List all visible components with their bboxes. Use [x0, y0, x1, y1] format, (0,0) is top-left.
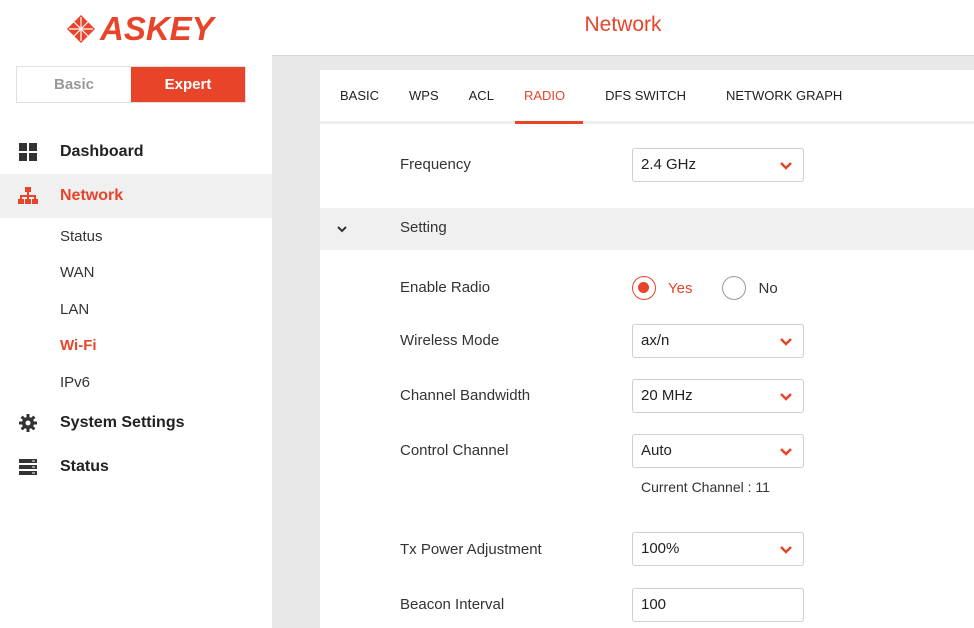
enable-radio-no-label: No — [758, 279, 778, 297]
sidebar-item-label: Network — [60, 187, 124, 204]
mode-toggle: Basic Expert — [16, 66, 246, 103]
channel-bandwidth-label: Channel Bandwidth — [400, 387, 531, 404]
tab-dfs-switch[interactable]: DFS SWITCH — [605, 67, 686, 121]
channel-bandwidth-value: 20 MHz — [641, 387, 693, 404]
sidebar-item-label: System Settings — [60, 413, 185, 431]
sidebar-item-dashboard[interactable]: Dashboard — [0, 130, 272, 174]
server-icon — [18, 457, 38, 477]
current-channel-text: Current Channel : 11 — [641, 479, 770, 495]
askey-logo-icon — [67, 15, 95, 43]
control-channel-label: Control Channel — [400, 442, 509, 459]
sidebar-item-label: Status — [60, 457, 109, 475]
control-channel-value: Auto — [641, 442, 672, 459]
beacon-interval-label: Beacon Interval — [400, 596, 505, 613]
enable-radio-yes-radio[interactable] — [632, 276, 656, 300]
enable-radio-label: Enable Radio — [400, 279, 491, 296]
wireless-mode-value: ax/n — [641, 332, 670, 349]
beacon-interval-input[interactable]: 100 — [632, 588, 804, 622]
sidebar-subitem-ipv6[interactable]: IPv6 — [0, 364, 272, 401]
tab-network-graph[interactable]: NETWORK GRAPH — [726, 67, 842, 121]
chevron-down-icon — [780, 162, 792, 170]
chevron-down-icon — [780, 546, 792, 554]
setting-section-header[interactable]: Setting — [320, 208, 974, 250]
dashboard-grid-icon — [18, 142, 38, 162]
content-panel: BASIC WPS ACL RADIO DFS SWITCH NETWORK G… — [320, 70, 974, 628]
collapse-chevron-icon — [337, 226, 347, 233]
gear-icon — [18, 413, 38, 433]
sidebar-item-label: Dashboard — [60, 143, 144, 160]
sidebar-subitem-status[interactable]: Status — [0, 218, 272, 255]
chevron-down-icon — [780, 393, 792, 401]
askey-logo[interactable]: ASKEY — [66, 10, 214, 48]
tx-power-select[interactable]: 100% — [632, 532, 804, 566]
expert-mode-button[interactable]: Expert — [131, 67, 245, 102]
tab-wps[interactable]: WPS — [409, 67, 439, 121]
frequency-select[interactable]: 2.4 GHz — [632, 148, 804, 182]
basic-mode-button[interactable]: Basic — [17, 67, 131, 102]
setting-section-label: Setting — [400, 219, 447, 236]
network-icon — [18, 186, 38, 206]
wireless-mode-select[interactable]: ax/n — [632, 324, 804, 358]
tab-radio[interactable]: RADIO — [514, 67, 584, 124]
page-title: Network — [584, 13, 662, 36]
tab-bar: BASIC WPS ACL RADIO DFS SWITCH NETWORK G… — [320, 70, 974, 124]
tab-basic[interactable]: BASIC — [340, 67, 379, 121]
sidebar-subitem-lan[interactable]: LAN — [0, 291, 272, 328]
enable-radio-yes-label: Yes — [668, 279, 693, 297]
sidebar: ASKEY Basic Expert Dashboard Network Sta… — [0, 0, 272, 628]
chevron-down-icon — [780, 338, 792, 346]
sidebar-item-system-settings[interactable]: System Settings — [0, 401, 272, 445]
brand-name: ASKEY — [100, 10, 214, 47]
enable-radio-group: Yes No — [632, 276, 808, 300]
sidebar-item-status[interactable]: Status — [0, 445, 272, 489]
tab-acl[interactable]: ACL — [469, 67, 494, 121]
control-channel-select[interactable]: Auto — [632, 434, 804, 468]
frequency-value: 2.4 GHz — [641, 156, 697, 173]
frequency-label: Frequency — [400, 156, 471, 173]
sidebar-item-network[interactable]: Network — [0, 174, 272, 218]
tx-power-value: 100% — [641, 540, 680, 557]
sidebar-subitem-wifi[interactable]: Wi-Fi — [0, 328, 272, 365]
sidebar-nav: Dashboard Network Status WAN LAN Wi-Fi I… — [0, 130, 272, 489]
channel-bandwidth-select[interactable]: 20 MHz — [632, 379, 804, 413]
enable-radio-no-radio[interactable] — [722, 276, 747, 300]
wireless-mode-label: Wireless Mode — [400, 332, 500, 349]
sidebar-subitem-wan[interactable]: WAN — [0, 255, 272, 292]
tx-power-label: Tx Power Adjustment — [400, 541, 542, 558]
chevron-down-icon — [780, 448, 792, 456]
